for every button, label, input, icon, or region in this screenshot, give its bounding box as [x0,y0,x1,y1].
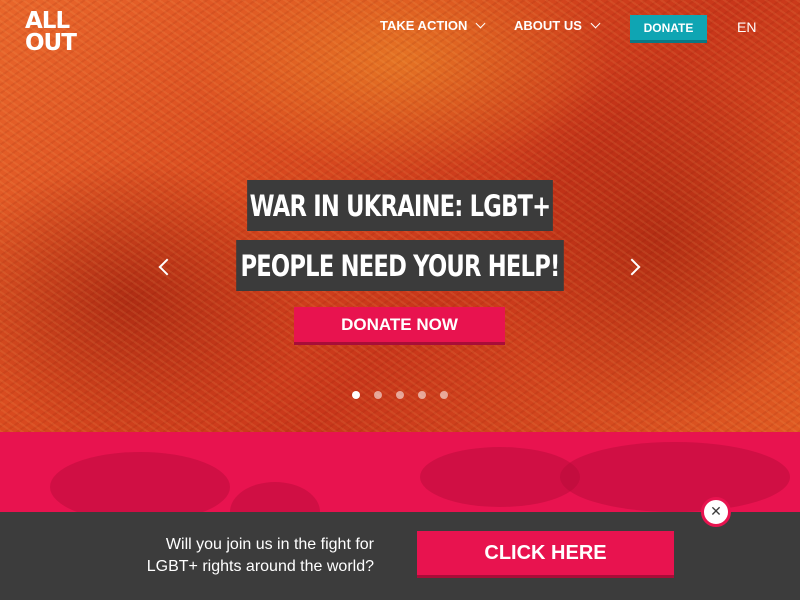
donate-now-button[interactable]: DONATE NOW [294,307,505,342]
map-shape [50,452,230,512]
chevron-left-icon [158,258,176,276]
close-icon[interactable]: ✕ [701,497,731,527]
chevron-down-icon [590,18,601,29]
carousel-dot[interactable] [440,391,448,399]
all-out-logo[interactable]: ALL OUT [25,10,87,55]
map-shape [230,482,320,512]
carousel-dot[interactable] [352,391,360,399]
headline-line-2: PEOPLE NEED YOUR HELP! [236,240,564,291]
carousel-next-arrow[interactable] [623,258,642,276]
map-shape [560,442,790,512]
chevron-right-icon [623,258,641,276]
carousel-dot[interactable] [396,391,404,399]
chevron-down-icon [475,18,486,29]
carousel-prev-arrow[interactable] [157,258,176,276]
nav-about-us-label: ABOUT US [514,18,582,33]
popup-message: Will you join us in the fight for LGBT+ … [146,536,374,575]
carousel-dot[interactable] [374,391,382,399]
language-selector[interactable]: EN [737,19,756,35]
world-map-band [0,432,800,512]
nav-take-action[interactable]: TAKE ACTION [380,18,486,33]
carousel-dot[interactable] [418,391,426,399]
click-here-button[interactable]: CLICK HERE [417,531,674,575]
nav-take-action-label: TAKE ACTION [380,18,468,33]
map-shape [420,447,580,507]
join-popup-bar: Will you join us in the fight for LGBT+ … [0,512,800,600]
donate-button[interactable]: DONATE [630,15,707,40]
headline-line-1: WAR IN UKRAINE: LGBT+ [247,180,553,231]
nav-about-us[interactable]: ABOUT US [514,18,601,33]
carousel-dots [352,391,448,399]
hero-banner: ALL OUT TAKE ACTION ABOUT US DONATE EN W… [0,0,800,432]
